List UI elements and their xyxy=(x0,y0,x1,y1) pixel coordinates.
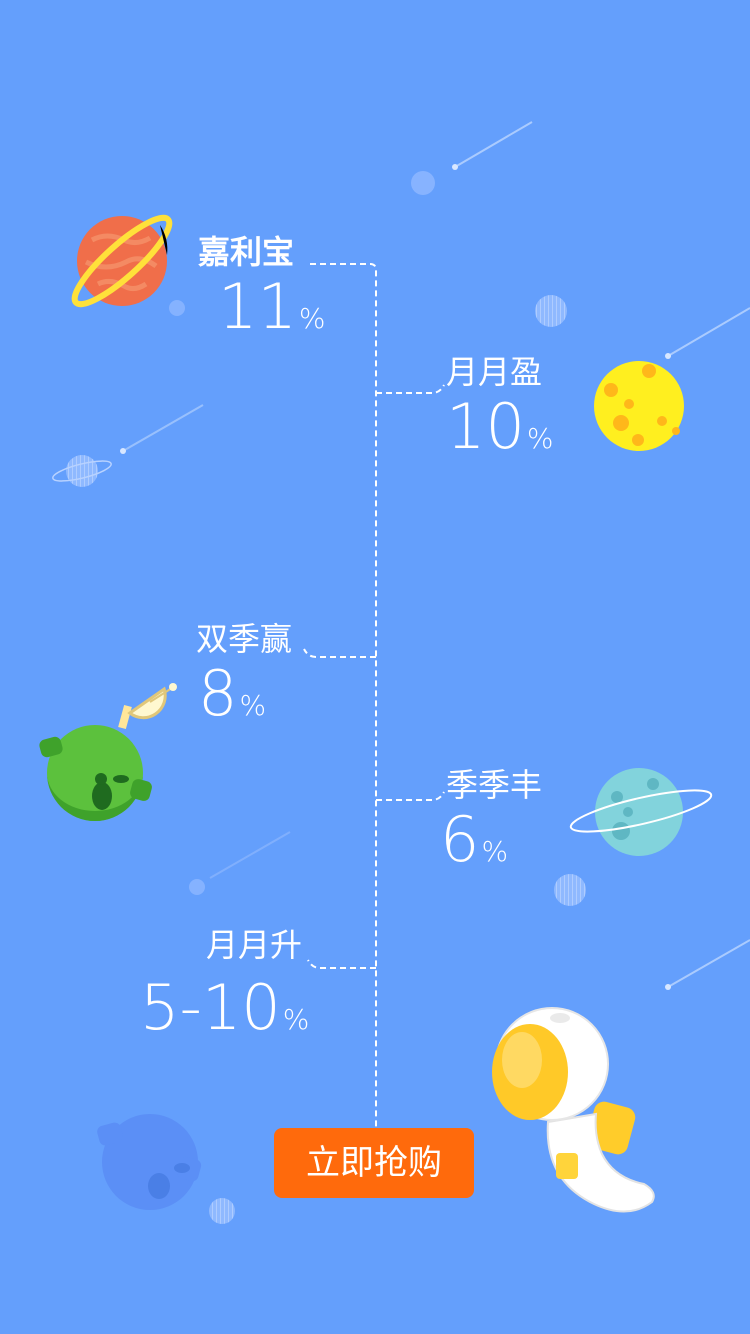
star-dot xyxy=(189,879,205,895)
product-jialibao[interactable]: 嘉利宝 11% xyxy=(198,232,326,354)
rate-unit: % xyxy=(481,835,509,868)
product-rate: 10% xyxy=(446,392,554,474)
rate-unit: % xyxy=(239,689,267,722)
star-bubble xyxy=(554,874,586,906)
product-shuangjiying[interactable]: 双季赢 8% xyxy=(196,619,292,741)
orange-ringed-planet-icon xyxy=(71,214,173,308)
timeline xyxy=(303,263,445,1128)
product-jijifeng[interactable]: 季季丰 6% xyxy=(440,765,543,887)
rate-unit: % xyxy=(298,302,326,335)
blue-planet-icon xyxy=(97,1114,202,1210)
product-name: 月月盈 xyxy=(446,353,543,391)
shooting-star-icon xyxy=(209,831,291,879)
shooting-star-icon xyxy=(452,121,533,170)
star-bubble xyxy=(209,1198,235,1224)
star-dot xyxy=(169,300,185,316)
star-bubble xyxy=(535,295,567,327)
star-dot xyxy=(411,171,435,195)
small-ringed-planet-icon xyxy=(52,455,112,487)
product-name: 月月升 xyxy=(206,926,303,964)
rate-value: 11 xyxy=(218,270,297,343)
product-rate: 8% xyxy=(198,659,292,741)
rate-value: 10 xyxy=(446,390,525,463)
page: 嘉利宝 11% 月月盈 10% 双季赢 8% 季季丰 6% 月月升 5-10% … xyxy=(0,0,750,1334)
rate-value: 5-10 xyxy=(140,971,281,1044)
green-satellite-planet-icon xyxy=(39,683,177,821)
yellow-moon-icon xyxy=(594,361,684,451)
product-yueyueying[interactable]: 月月盈 10% xyxy=(446,352,554,474)
product-name: 季季丰 xyxy=(446,766,543,804)
rate-value: 6 xyxy=(440,803,480,876)
teal-ringed-planet-icon xyxy=(569,768,713,856)
rate-unit: % xyxy=(526,422,554,455)
product-yueyuesheng[interactable]: 月月升 5-10% xyxy=(140,925,309,1055)
product-rate: 11% xyxy=(218,272,326,354)
product-name: 嘉利宝 xyxy=(198,233,295,271)
rate-unit: % xyxy=(282,1003,310,1036)
product-rate: 6% xyxy=(440,805,542,887)
astronaut-icon xyxy=(492,1007,655,1213)
product-name: 双季赢 xyxy=(196,620,293,658)
shooting-star-icon xyxy=(665,939,750,990)
shooting-star-icon xyxy=(120,404,204,454)
shooting-star-icon xyxy=(665,307,750,359)
rate-value: 8 xyxy=(198,657,238,730)
buy-now-button[interactable]: 立即抢购 xyxy=(274,1128,474,1198)
product-rate: 5-10% xyxy=(140,973,309,1055)
